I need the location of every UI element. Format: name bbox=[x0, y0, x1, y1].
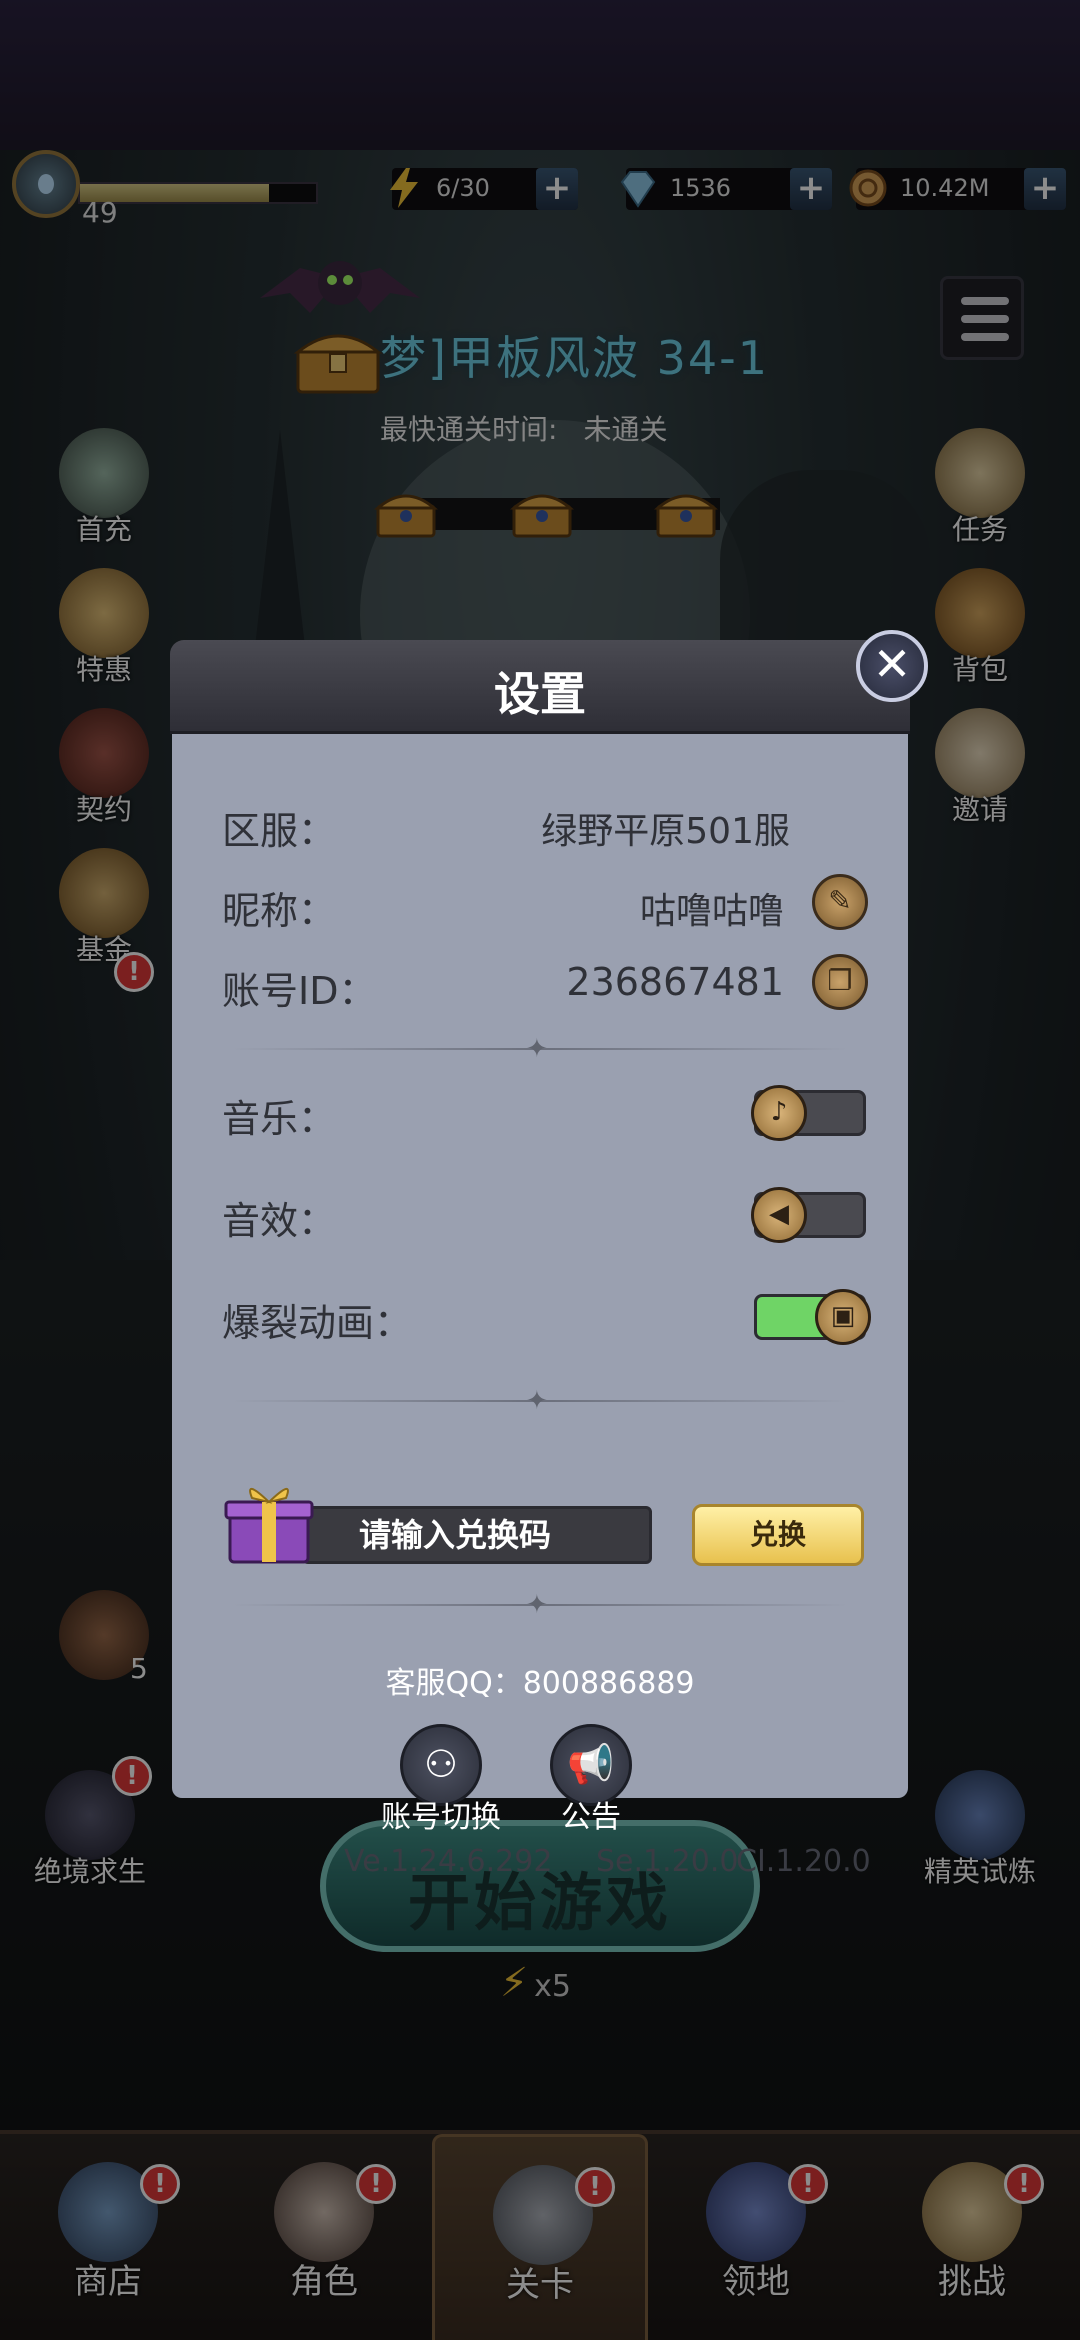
edit-pencil-icon[interactable]: ✎ bbox=[812, 874, 868, 930]
image-icon: ▣ bbox=[815, 1289, 871, 1345]
divider: ✦ bbox=[232, 1386, 848, 1416]
dialog-header: 设置 bbox=[170, 640, 910, 734]
divider: ✦ bbox=[232, 1590, 848, 1620]
gift-box-icon bbox=[224, 1488, 314, 1564]
music-label: 音乐： bbox=[222, 1097, 337, 1141]
customer-service-qq: 客服QQ：800886889 bbox=[385, 1666, 695, 1701]
sfx-label: 音效： bbox=[222, 1199, 337, 1243]
divider-star-icon: ✦ bbox=[526, 1386, 548, 1416]
divider: ✦ bbox=[232, 1034, 848, 1064]
dialog-title: 设置 bbox=[494, 667, 586, 721]
ci-version: CI.1.20.0 bbox=[736, 1844, 871, 1879]
account-id-label: 账号ID： bbox=[222, 969, 377, 1013]
divider-star-icon: ✦ bbox=[526, 1034, 548, 1064]
client-version: Ve.1.24.6.292 bbox=[344, 1844, 553, 1879]
account-id-value: 236867481 bbox=[566, 960, 784, 1004]
nickname-value: 咕噜咕噜 bbox=[639, 891, 784, 932]
sfx-toggle[interactable]: ◀ bbox=[751, 1187, 866, 1243]
speaker-icon: ◀ bbox=[751, 1187, 807, 1243]
server-version: Se.1.20.0 bbox=[596, 1844, 739, 1879]
burst-animation-toggle[interactable]: ▣ bbox=[754, 1289, 871, 1345]
burst-animation-label: 爆裂动画： bbox=[222, 1301, 413, 1345]
switch-account-label: 账号切换 bbox=[381, 1800, 501, 1835]
announcement-button[interactable]: 📢 公告 bbox=[526, 1724, 656, 1836]
screen: 49 6/30 + 1536 + 10.42M + 梦]甲板风波 34-1 最快… bbox=[0, 0, 1080, 2340]
announcement-label: 公告 bbox=[561, 1800, 621, 1835]
nickname-label: 昵称： bbox=[222, 889, 337, 933]
dialog-body: 区服： 绿野平原501服 昵称： 咕噜咕噜 ✎ 账号ID： 236867481 … bbox=[172, 734, 908, 1879]
divider-star-icon: ✦ bbox=[526, 1590, 548, 1620]
redeem-button[interactable]: 兑换 bbox=[692, 1504, 864, 1566]
switch-account-button[interactable]: ⚇ 账号切换 bbox=[376, 1724, 506, 1836]
redeem-code-input[interactable] bbox=[302, 1506, 652, 1564]
settings-dialog: 设置 区服： 绿野平原501服 昵称： 咕噜咕噜 ✎ 账号ID： 2368674… bbox=[170, 640, 910, 1879]
server-value: 绿野平原501服 bbox=[541, 811, 790, 852]
server-label: 区服： bbox=[222, 809, 337, 853]
close-button[interactable]: ✕ bbox=[856, 630, 928, 702]
music-note-icon: ♪ bbox=[751, 1085, 807, 1141]
music-toggle[interactable]: ♪ bbox=[751, 1085, 866, 1141]
copy-icon[interactable]: ❐ bbox=[812, 954, 868, 1010]
